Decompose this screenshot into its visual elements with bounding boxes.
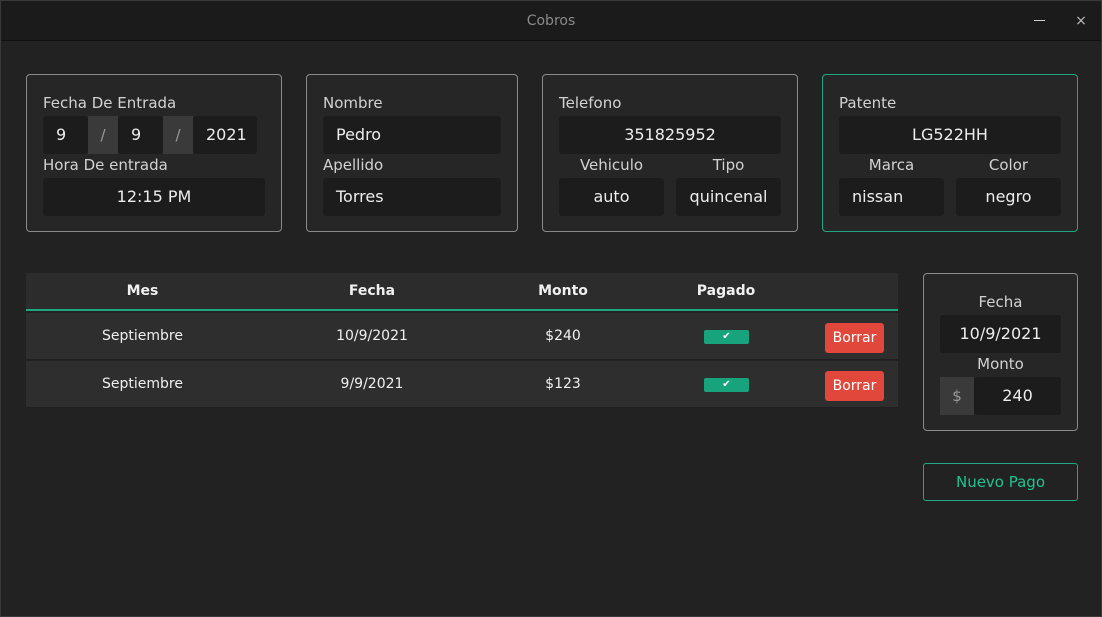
marca-input[interactable]: nissan	[839, 178, 944, 216]
column-header-monto: Monto	[538, 283, 588, 299]
column-header-mes: Mes	[126, 283, 159, 299]
table-row: Septiembre 10/9/2021 $240 ✔ Borrar	[26, 313, 898, 360]
cell-monto: $240	[545, 328, 581, 344]
close-button[interactable]: ×	[1069, 9, 1093, 33]
hora-entrada-label: Hora De entrada	[43, 156, 168, 174]
title-bar: Cobros ×	[1, 1, 1101, 41]
nombre-label: Nombre	[323, 94, 383, 112]
cell-fecha: 10/9/2021	[336, 328, 408, 344]
table-row: Septiembre 9/9/2021 $123 ✔ Borrar	[26, 361, 898, 408]
vehiculo-input[interactable]: auto	[559, 178, 664, 216]
fecha-entrada-label: Fecha De Entrada	[43, 94, 177, 112]
pago-card: Fecha 10/9/2021 Monto $ 240	[923, 273, 1078, 431]
table-header: Mes Fecha Monto Pagado	[26, 273, 898, 311]
persona-card: Nombre Pedro Apellido Torres	[306, 74, 518, 232]
year-input[interactable]: 2021	[193, 116, 257, 154]
pago-fecha-label: Fecha	[978, 293, 1023, 311]
auto-card: Patente LG522HH Marca nissan Color negro	[822, 74, 1078, 232]
month-input[interactable]: 9	[118, 116, 163, 154]
nuevo-pago-button[interactable]: Nuevo Pago	[923, 463, 1078, 501]
tipo-label: Tipo	[712, 156, 745, 174]
tipo-input[interactable]: quincenal	[676, 178, 781, 216]
cell-mes: Septiembre	[102, 328, 183, 344]
entrada-card: Fecha De Entrada 9 / 9 / 2021 Hora De en…	[26, 74, 282, 232]
apellido-label: Apellido	[323, 156, 384, 174]
paid-check-icon: ✔	[704, 330, 749, 344]
paid-check-icon: ✔	[704, 378, 749, 392]
cell-mes: Septiembre	[102, 376, 183, 392]
date-separator: /	[163, 116, 193, 154]
borrar-button[interactable]: Borrar	[825, 371, 884, 401]
patente-input[interactable]: LG522HH	[839, 116, 1061, 154]
pago-fecha-input[interactable]: 10/9/2021	[940, 315, 1061, 353]
window-title: Cobros	[526, 13, 576, 29]
pago-monto-input[interactable]: 240	[974, 377, 1061, 415]
app-window: Cobros × Fecha De Entrada 9 / 9 / 2021 H…	[0, 0, 1102, 617]
vehiculo-label: Vehiculo	[579, 156, 644, 174]
column-header-fecha: Fecha	[348, 283, 396, 299]
patente-label: Patente	[839, 94, 897, 112]
telefono-label: Telefono	[559, 94, 622, 112]
close-icon: ×	[1075, 13, 1087, 29]
apellido-input[interactable]: Torres	[323, 178, 501, 216]
cell-monto: $123	[545, 376, 581, 392]
pago-monto-label: Monto	[977, 355, 1024, 373]
minimize-button[interactable]	[1028, 9, 1052, 33]
color-input[interactable]: negro	[956, 178, 1061, 216]
marca-label: Marca	[868, 156, 915, 174]
telefono-input[interactable]: 351825952	[559, 116, 781, 154]
hora-input[interactable]: 12:15 PM	[43, 178, 265, 216]
column-header-pagado: Pagado	[696, 283, 756, 299]
cell-fecha: 9/9/2021	[340, 376, 404, 392]
minimize-icon	[1034, 20, 1045, 21]
currency-prefix: $	[940, 377, 974, 415]
date-separator: /	[88, 116, 118, 154]
borrar-button[interactable]: Borrar	[825, 323, 884, 353]
nombre-input[interactable]: Pedro	[323, 116, 501, 154]
contacto-card: Telefono 351825952 Vehiculo auto Tipo qu…	[542, 74, 798, 232]
day-input[interactable]: 9	[43, 116, 88, 154]
color-label: Color	[988, 156, 1029, 174]
